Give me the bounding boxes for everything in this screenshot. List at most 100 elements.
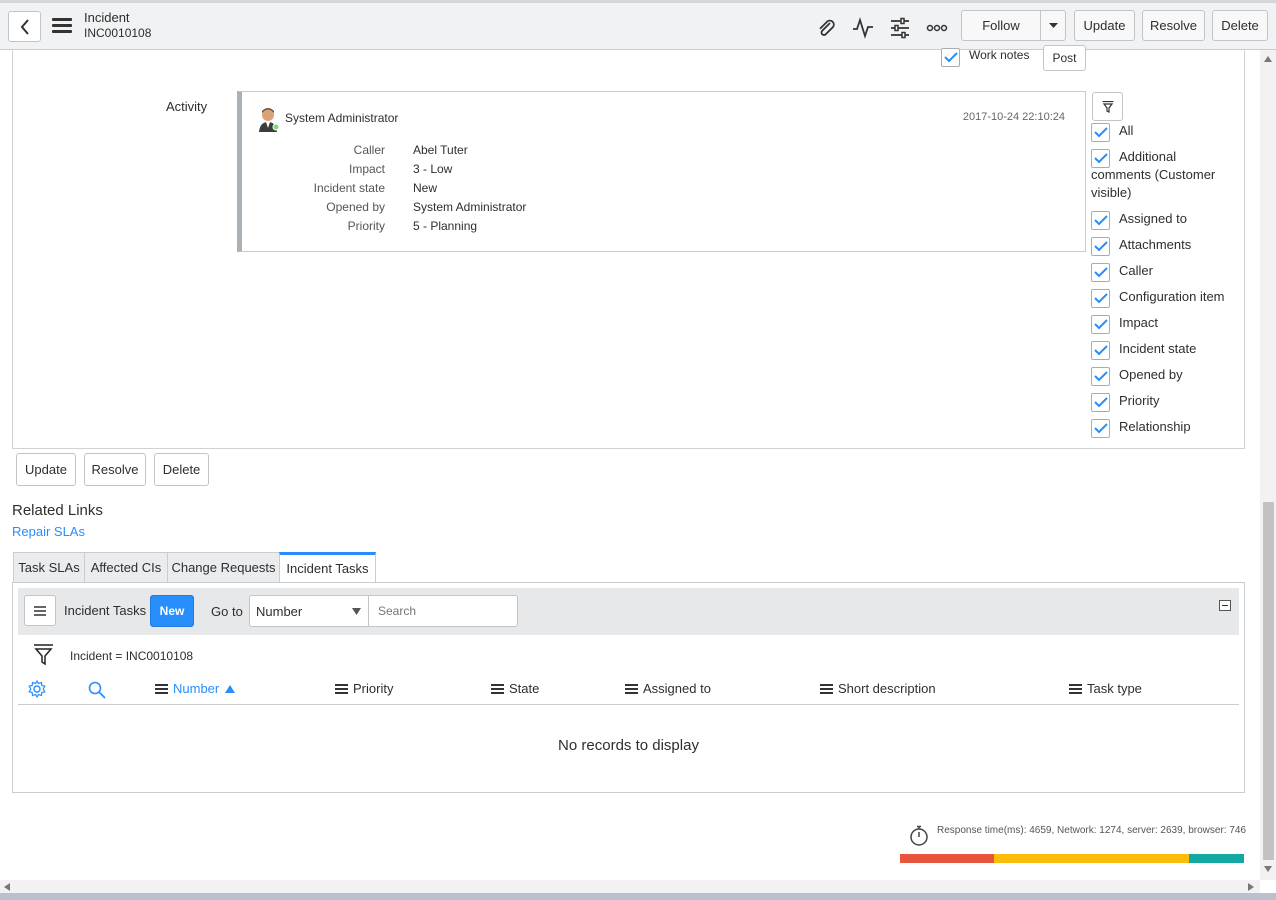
filter-icon[interactable] <box>33 644 54 666</box>
back-button[interactable] <box>8 11 41 42</box>
caret-down-icon <box>352 608 361 615</box>
resolve-button[interactable]: Resolve <box>1142 10 1205 41</box>
filter-checkbox-incident-state[interactable] <box>1091 341 1110 360</box>
paperclip-icon[interactable] <box>815 17 837 39</box>
filter-label-incident-state: Incident state <box>1119 341 1197 356</box>
filter-label-additional-comments: Additional comments (Customer visible) <box>1091 149 1216 200</box>
scroll-left-icon[interactable] <box>4 883 10 891</box>
filter-label-priority: Priority <box>1119 393 1160 408</box>
os-taskbar <box>0 893 1276 900</box>
collapse-icon[interactable] <box>1219 600 1231 611</box>
scroll-down-icon[interactable] <box>1264 866 1272 872</box>
activity-label: Activity <box>166 99 208 114</box>
filter-label-relationship: Relationship <box>1119 419 1191 434</box>
follow-dropdown-button[interactable] <box>1040 10 1066 41</box>
filter-checkbox-opened-by[interactable] <box>1091 367 1110 386</box>
goto-field-select[interactable]: Number <box>249 595 369 627</box>
column-header-assigned-to[interactable]: Assigned to <box>625 681 711 696</box>
gear-icon[interactable] <box>28 680 46 698</box>
tab-task-slas[interactable]: Task SLAs <box>13 552 85 583</box>
network-time-segment <box>900 854 994 863</box>
server-time-segment <box>994 854 1189 863</box>
filter-label-attachments: Attachments <box>1119 237 1192 252</box>
column-menu-icon[interactable] <box>155 682 168 696</box>
scroll-right-icon[interactable] <box>1248 883 1254 891</box>
activity-author: System Administrator <box>285 111 399 125</box>
list-breadcrumb[interactable]: Incident = INC0010108 <box>70 649 193 663</box>
record-title: Incident <box>84 10 130 25</box>
list-search-input[interactable] <box>368 595 518 627</box>
filter-checkbox-assigned-to[interactable] <box>1091 211 1110 230</box>
delete-button[interactable]: Delete <box>1212 10 1268 41</box>
column-header-state[interactable]: State <box>491 681 539 696</box>
filter-checkbox-relationship[interactable] <box>1091 419 1110 438</box>
more-options-icon[interactable] <box>926 17 948 39</box>
update-button[interactable]: Update <box>1074 10 1135 41</box>
filter-label-assigned-to: Assigned to <box>1119 211 1187 226</box>
header-divider <box>18 704 1239 705</box>
settings-sliders-icon[interactable] <box>889 17 911 39</box>
bottom-delete-button[interactable]: Delete <box>154 453 209 486</box>
work-notes-checkbox[interactable] <box>941 48 960 67</box>
bottom-resolve-button[interactable]: Resolve <box>84 453 146 486</box>
repair-slas-link[interactable]: Repair SLAs <box>12 524 85 539</box>
filter-checkbox-impact[interactable] <box>1091 315 1110 334</box>
column-menu-icon[interactable] <box>491 682 504 696</box>
stopwatch-icon[interactable] <box>909 825 929 846</box>
filter-checkbox-caller[interactable] <box>1091 263 1110 282</box>
filter-checkbox-all[interactable] <box>1091 123 1110 142</box>
filter-label-opened-by: Opened by <box>1119 367 1183 382</box>
response-time-text: Response time(ms): 4659, Network: 1274, … <box>937 825 1247 836</box>
goto-label: Go to <box>211 604 243 619</box>
hamburger-icon <box>34 605 46 616</box>
column-header-short-description[interactable]: Short description <box>820 681 936 696</box>
follow-button[interactable]: Follow <box>961 10 1041 41</box>
empty-list-message: No records to display <box>558 737 699 754</box>
search-icon[interactable] <box>88 681 106 699</box>
work-notes-label: Work notes <box>969 48 1030 62</box>
related-links-title: Related Links <box>12 502 103 519</box>
checkmark-icon <box>944 52 958 63</box>
filter-icon <box>1102 100 1113 113</box>
activity-timestamp: 2017-10-24 22:10:24 <box>962 111 1065 123</box>
filter-checkbox-configuration-item[interactable] <box>1091 289 1110 308</box>
context-menu-icon[interactable] <box>52 18 72 34</box>
column-menu-icon[interactable] <box>1069 682 1082 696</box>
caret-down-icon <box>1048 22 1058 28</box>
activity-stream-icon[interactable] <box>852 17 874 39</box>
column-header-task-type[interactable]: Task type <box>1069 681 1142 696</box>
scroll-thumb[interactable] <box>1263 502 1274 860</box>
tab-incident-tasks[interactable]: Incident Tasks <box>279 552 376 583</box>
bottom-update-button[interactable]: Update <box>16 453 76 486</box>
column-header-priority[interactable]: Priority <box>335 681 393 696</box>
sort-ascending-icon <box>225 684 236 693</box>
chevron-left-icon <box>20 18 29 35</box>
tab-affected-cis[interactable]: Affected CIs <box>84 552 168 583</box>
new-button[interactable]: New <box>150 595 194 627</box>
activity-entry: System Administrator 2017-10-24 22:10:24… <box>237 91 1086 252</box>
list-menu-button[interactable] <box>24 595 56 626</box>
post-button[interactable]: Post <box>1043 45 1086 71</box>
activity-filter-button[interactable] <box>1092 92 1123 121</box>
filter-checkbox-priority[interactable] <box>1091 393 1110 412</box>
column-menu-icon[interactable] <box>820 682 833 696</box>
goto-field-value: Number <box>256 604 303 619</box>
list-title: Incident Tasks <box>64 603 147 618</box>
list-header-bar <box>18 588 1239 635</box>
avatar <box>259 108 280 132</box>
filter-label-impact: Impact <box>1119 315 1159 330</box>
filter-label-caller: Caller <box>1119 263 1153 278</box>
scroll-up-icon[interactable] <box>1264 56 1272 62</box>
filter-label-configuration-item: Configuration item <box>1119 289 1225 304</box>
column-header-number[interactable]: Number <box>155 681 236 696</box>
record-header: Incident INC0010108 Follow Update Resolv… <box>0 0 1276 50</box>
filter-label-all: All <box>1119 123 1134 138</box>
horizontal-scrollbar[interactable] <box>0 880 1260 893</box>
browser-time-segment <box>1189 854 1244 863</box>
filter-checkbox-attachments[interactable] <box>1091 237 1110 256</box>
column-menu-icon[interactable] <box>625 682 638 696</box>
vertical-scrollbar[interactable] <box>1260 50 1276 880</box>
tab-change-requests[interactable]: Change Requests <box>167 552 280 583</box>
record-number: INC0010108 <box>84 26 152 40</box>
column-menu-icon[interactable] <box>335 682 348 696</box>
